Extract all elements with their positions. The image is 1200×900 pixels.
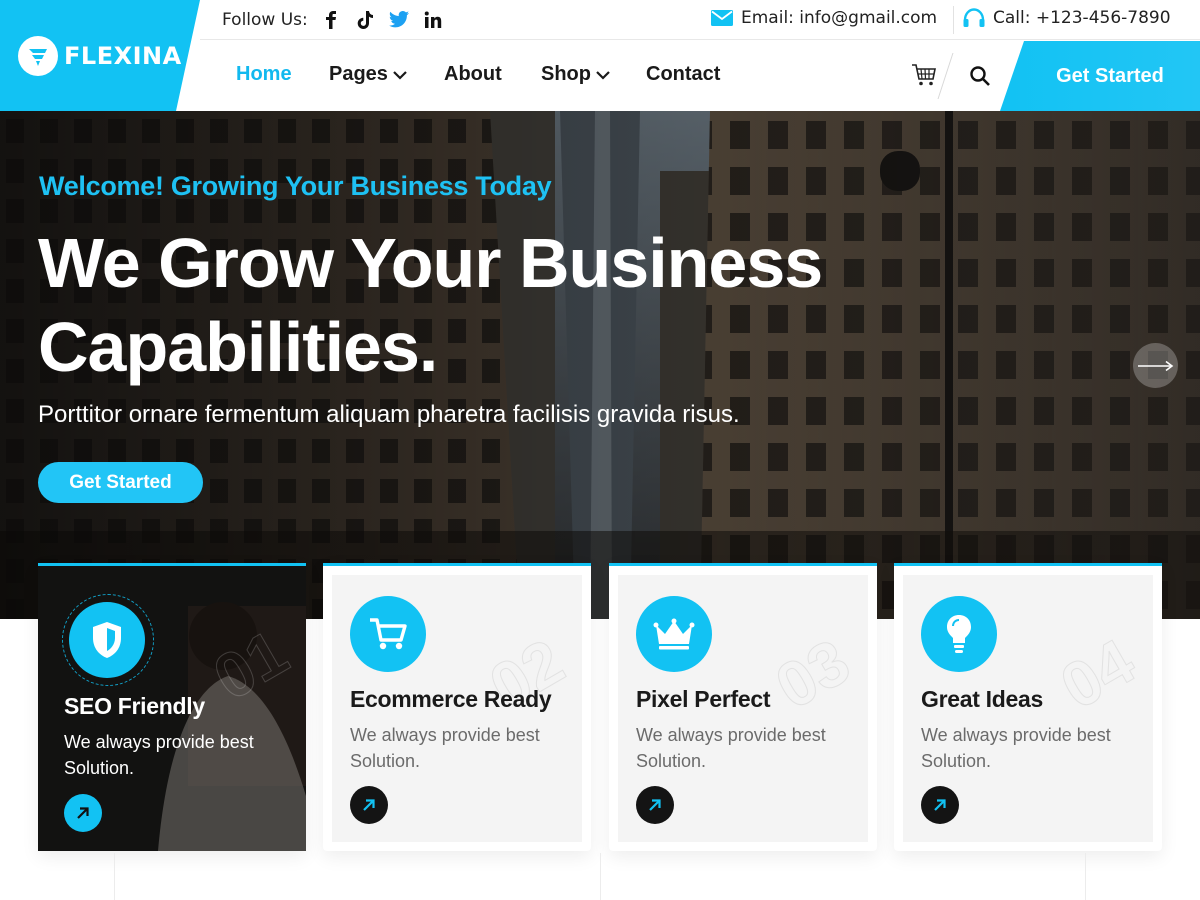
feature-title: SEO Friendly bbox=[64, 693, 205, 719]
arrow-up-right-icon[interactable] bbox=[350, 786, 388, 824]
nav-contact-label: Contact bbox=[646, 63, 721, 85]
logo[interactable]: FLEXINA bbox=[0, 0, 200, 111]
feature-number: 04 bbox=[1048, 625, 1147, 724]
nav-shop[interactable]: Shop bbox=[541, 63, 611, 86]
nav-home[interactable]: Home bbox=[226, 63, 292, 86]
feature-text: We always provide best Solution. bbox=[64, 732, 254, 778]
follow-label: Follow Us: bbox=[222, 9, 308, 30]
nav-contact[interactable]: Contact bbox=[646, 63, 720, 86]
hero-title: We Grow Your Business Capabilities. bbox=[38, 221, 938, 389]
search-icon[interactable] bbox=[967, 63, 993, 89]
lightbulb-icon bbox=[921, 596, 997, 672]
nav-about-label: About bbox=[444, 63, 502, 85]
arrow-up-right-icon[interactable] bbox=[636, 786, 674, 824]
card-body: 04 Great Ideas We always provide best So… bbox=[903, 575, 1153, 842]
feature-title: Pixel Perfect bbox=[636, 686, 771, 712]
cart-icon bbox=[350, 596, 426, 672]
headset-icon bbox=[963, 8, 985, 28]
shield-icon bbox=[69, 602, 145, 678]
linkedin-icon[interactable] bbox=[420, 7, 446, 33]
section-grid-line bbox=[114, 853, 115, 900]
chevron-down-icon bbox=[392, 70, 408, 80]
feature-text: We always provide best Solution. bbox=[921, 725, 1111, 771]
feature-card-seo[interactable]: 01 SEO Friendly We always provide best S… bbox=[38, 563, 306, 851]
hero-title-line1: We Grow Your Business bbox=[38, 224, 823, 302]
feature-card-great-ideas[interactable]: 04 Great Ideas We always provide best So… bbox=[894, 563, 1162, 851]
contact-phone[interactable]: Call: +123-456-7890 bbox=[953, 6, 1171, 34]
hero-subtitle: Porttitor ornare fermentum aliquam phare… bbox=[38, 401, 740, 428]
card-body: 02 Ecommerce Ready We always provide bes… bbox=[332, 575, 582, 842]
nav-pages[interactable]: Pages bbox=[329, 63, 408, 86]
section-grid-line bbox=[600, 853, 601, 900]
phone-text: Call: +123-456-7890 bbox=[993, 8, 1171, 28]
topbar: Follow Us: Email: info@gmail.com Call: +… bbox=[200, 0, 1200, 40]
get-started-button[interactable]: Get Started bbox=[1000, 41, 1200, 111]
cart-icon[interactable] bbox=[910, 61, 938, 89]
card-body: 03 Pixel Perfect We always provide best … bbox=[618, 575, 868, 842]
feature-title: Ecommerce Ready bbox=[350, 686, 552, 712]
hero-slider: Welcome! Growing Your Business Today We … bbox=[0, 111, 1200, 619]
arrow-up-right-icon[interactable] bbox=[921, 786, 959, 824]
feature-card-ecommerce[interactable]: 02 Ecommerce Ready We always provide bes… bbox=[323, 563, 591, 851]
feature-card-pixel-perfect[interactable]: 03 Pixel Perfect We always provide best … bbox=[609, 563, 877, 851]
nav-about[interactable]: About bbox=[444, 63, 502, 86]
hero-get-started-button[interactable]: Get Started bbox=[38, 462, 203, 503]
feature-text: We always provide best Solution. bbox=[636, 725, 826, 771]
slider-next-arrow-icon[interactable] bbox=[1133, 343, 1178, 388]
hero-title-line2: Capabilities. bbox=[38, 308, 438, 386]
crown-icon bbox=[636, 596, 712, 672]
envelope-icon bbox=[711, 10, 733, 26]
nav-shop-label: Shop bbox=[541, 63, 591, 85]
email-text: Email: info@gmail.com bbox=[741, 8, 938, 28]
twitter-icon[interactable] bbox=[386, 7, 412, 33]
feature-cards: 01 SEO Friendly We always provide best S… bbox=[38, 563, 1162, 853]
logo-mark-icon bbox=[18, 35, 58, 76]
contact-email[interactable]: Email: info@gmail.com bbox=[711, 8, 937, 28]
section-grid-line bbox=[1085, 853, 1086, 900]
nav-pages-label: Pages bbox=[329, 63, 388, 85]
follow-us: Follow Us: bbox=[222, 7, 454, 33]
nav-divider bbox=[937, 53, 954, 99]
logo-text: FLEXINA bbox=[64, 41, 182, 70]
facebook-icon[interactable] bbox=[318, 7, 344, 33]
feature-title: Great Ideas bbox=[921, 686, 1043, 712]
chevron-down-icon bbox=[595, 70, 611, 80]
nav-home-label: Home bbox=[236, 63, 292, 85]
feature-number: 03 bbox=[763, 625, 862, 724]
arrow-up-right-icon[interactable] bbox=[64, 794, 102, 832]
tiktok-icon[interactable] bbox=[352, 7, 378, 33]
main-nav: Home Pages About Shop Contact Get Starte… bbox=[200, 41, 1200, 111]
hero-eyebrow: Welcome! Growing Your Business Today bbox=[39, 171, 552, 201]
feature-text: We always provide best Solution. bbox=[350, 725, 540, 771]
